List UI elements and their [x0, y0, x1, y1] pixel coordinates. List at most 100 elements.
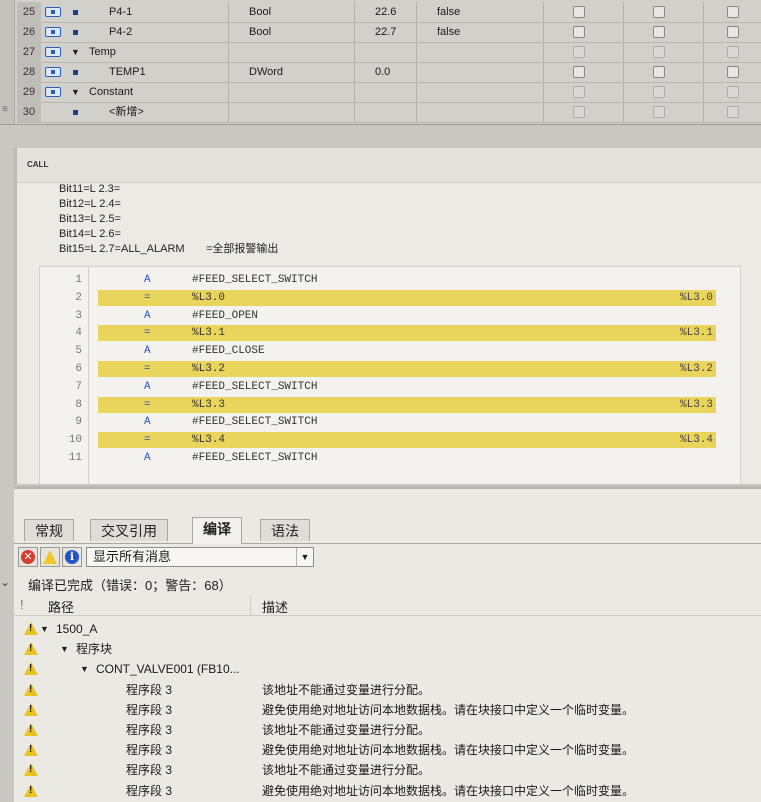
instruction-operator[interactable]: A: [144, 449, 151, 467]
param-name[interactable]: Temp: [89, 42, 116, 62]
instruction-operand[interactable]: #FEED_SELECT_SWITCH: [192, 271, 317, 289]
tab-1[interactable]: 交叉引用: [90, 519, 168, 541]
param-default[interactable]: false: [437, 22, 460, 42]
grip-icon[interactable]: ≡: [2, 104, 8, 115]
message-row[interactable]: ▼ 程序块: [14, 639, 761, 659]
expand-triangle-icon[interactable]: ▼: [71, 42, 80, 62]
message-row[interactable]: 程序段 3 该地址不能通过变量进行分配。: [14, 720, 761, 740]
setting-checkbox[interactable]: [727, 26, 739, 38]
instruction-operand[interactable]: %L3.3: [192, 396, 225, 414]
message-row[interactable]: 程序段 3 该地址不能通过变量进行分配。: [14, 680, 761, 700]
param-offset[interactable]: 22.6: [375, 2, 396, 22]
setting-checkbox[interactable]: [653, 86, 665, 98]
severity-column-header[interactable]: !: [20, 597, 24, 612]
expand-triangle-icon[interactable]: ▼: [60, 639, 69, 659]
setting-checkbox[interactable]: [653, 66, 665, 78]
param-name[interactable]: Constant: [89, 82, 133, 102]
message-row[interactable]: ▼ 1500_A: [14, 619, 761, 639]
message-path[interactable]: 1500_A: [56, 619, 97, 639]
instruction-operator[interactable]: =: [144, 360, 151, 378]
setting-checkbox[interactable]: [727, 66, 739, 78]
tab-3[interactable]: 语法: [260, 519, 310, 541]
code-line[interactable]: 1 A #FEED_SELECT_SWITCH: [40, 271, 740, 289]
param-name[interactable]: P4-2: [109, 22, 132, 42]
stl-code-area[interactable]: 1 A #FEED_SELECT_SWITCH 2 = %L3.0 %L3.0 3 A #FEED…: [39, 266, 741, 484]
setting-checkbox[interactable]: [653, 26, 665, 38]
tab-0[interactable]: 常规: [24, 519, 74, 541]
message-row[interactable]: 程序段 3 避免使用绝对地址访问本地数据栈。请在块接口中定义一个临时变量。: [14, 740, 761, 760]
side-handle[interactable]: ≡: [0, 0, 15, 124]
message-path[interactable]: 程序段 3: [126, 781, 172, 801]
interface-row[interactable]: 28 TEMP1 DWord 0.0: [17, 62, 761, 83]
instruction-operator[interactable]: =: [144, 396, 151, 414]
expand-triangle-icon[interactable]: ▼: [71, 82, 80, 102]
code-line[interactable]: 2 = %L3.0 %L3.0: [40, 289, 740, 307]
message-path[interactable]: 程序块: [76, 639, 112, 659]
code-line[interactable]: 11 A #FEED_SELECT_SWITCH: [40, 449, 740, 467]
param-name[interactable]: <新增>: [109, 102, 144, 122]
code-line[interactable]: 9 A #FEED_SELECT_SWITCH: [40, 413, 740, 431]
instruction-operator[interactable]: =: [144, 324, 151, 342]
instruction-operator[interactable]: A: [144, 378, 151, 396]
expand-triangle-icon[interactable]: ▼: [80, 659, 89, 679]
setting-checkbox[interactable]: [653, 6, 665, 18]
instruction-operand[interactable]: %L3.4: [192, 431, 225, 449]
network-comment[interactable]: Bit11=L 2.3= Bit12=L 2.4= Bit13=L 2.5= B…: [59, 182, 278, 257]
collapse-arrow-icon[interactable]: ⌄: [0, 575, 10, 589]
message-path[interactable]: 程序段 3: [126, 680, 172, 700]
code-line[interactable]: 7 A #FEED_SELECT_SWITCH: [40, 378, 740, 396]
param-name[interactable]: P4-1: [109, 2, 132, 22]
path-column-header[interactable]: 路径: [48, 597, 74, 616]
param-type[interactable]: DWord: [249, 62, 283, 82]
code-line[interactable]: 3 A #FEED_OPEN: [40, 307, 740, 325]
instruction-operator[interactable]: A: [144, 342, 151, 360]
chevron-down-icon[interactable]: ▼: [296, 548, 313, 566]
setting-checkbox[interactable]: [573, 106, 585, 118]
instruction-operator[interactable]: A: [144, 271, 151, 289]
error-filter-icon[interactable]: ✕: [18, 547, 38, 567]
expand-triangle-icon[interactable]: ▼: [40, 619, 49, 639]
column-divider[interactable]: [250, 595, 251, 615]
message-path[interactable]: CONT_VALVE001 (FB10...: [96, 659, 240, 679]
description-column-header[interactable]: 描述: [262, 597, 288, 616]
message-path[interactable]: 程序段 3: [126, 740, 172, 760]
instruction-operator[interactable]: =: [144, 431, 151, 449]
setting-checkbox[interactable]: [573, 6, 585, 18]
instruction-operand[interactable]: #FEED_SELECT_SWITCH: [192, 378, 317, 396]
setting-checkbox[interactable]: [727, 86, 739, 98]
param-offset[interactable]: 22.7: [375, 22, 396, 42]
instruction-operand[interactable]: #FEED_SELECT_SWITCH: [192, 449, 317, 467]
interface-row[interactable]: 30 <新增>: [17, 102, 761, 123]
interface-row[interactable]: 27 ▼ Temp: [17, 42, 761, 63]
instruction-operand[interactable]: %L3.2: [192, 360, 225, 378]
code-line[interactable]: 5 A #FEED_CLOSE: [40, 342, 740, 360]
tab-2[interactable]: 编译: [192, 517, 242, 544]
instruction-operand[interactable]: #FEED_OPEN: [192, 307, 258, 325]
code-line[interactable]: 10 = %L3.4 %L3.4: [40, 431, 740, 449]
call-button[interactable]: CALL: [27, 160, 48, 169]
setting-checkbox[interactable]: [573, 46, 585, 58]
param-default[interactable]: false: [437, 2, 460, 22]
instruction-operator[interactable]: =: [144, 289, 151, 307]
param-type[interactable]: Bool: [249, 2, 271, 22]
message-row[interactable]: 程序段 3 该地址不能通过变量进行分配。: [14, 760, 761, 780]
message-path[interactable]: 程序段 3: [126, 760, 172, 780]
instruction-operand[interactable]: #FEED_SELECT_SWITCH: [192, 413, 317, 431]
code-line[interactable]: 4 = %L3.1 %L3.1: [40, 324, 740, 342]
setting-checkbox[interactable]: [727, 46, 739, 58]
instruction-operator[interactable]: A: [144, 413, 151, 431]
message-path[interactable]: 程序段 3: [126, 700, 172, 720]
setting-checkbox[interactable]: [653, 46, 665, 58]
instruction-operand[interactable]: #FEED_CLOSE: [192, 342, 265, 360]
warning-filter-icon[interactable]: [40, 547, 60, 567]
instruction-operand[interactable]: %L3.0: [192, 289, 225, 307]
param-type[interactable]: Bool: [249, 22, 271, 42]
interface-row[interactable]: 26 P4-2 Bool 22.7 false: [17, 22, 761, 43]
code-line[interactable]: 8 = %L3.3 %L3.3: [40, 396, 740, 414]
setting-checkbox[interactable]: [573, 26, 585, 38]
message-filter-select[interactable]: 显示所有消息 ▼: [86, 547, 314, 567]
info-filter-icon[interactable]: i: [62, 547, 82, 567]
instruction-operand[interactable]: %L3.1: [192, 324, 225, 342]
setting-checkbox[interactable]: [573, 86, 585, 98]
message-row[interactable]: 程序段 3 避免使用绝对地址访问本地数据栈。请在块接口中定义一个临时变量。: [14, 700, 761, 720]
